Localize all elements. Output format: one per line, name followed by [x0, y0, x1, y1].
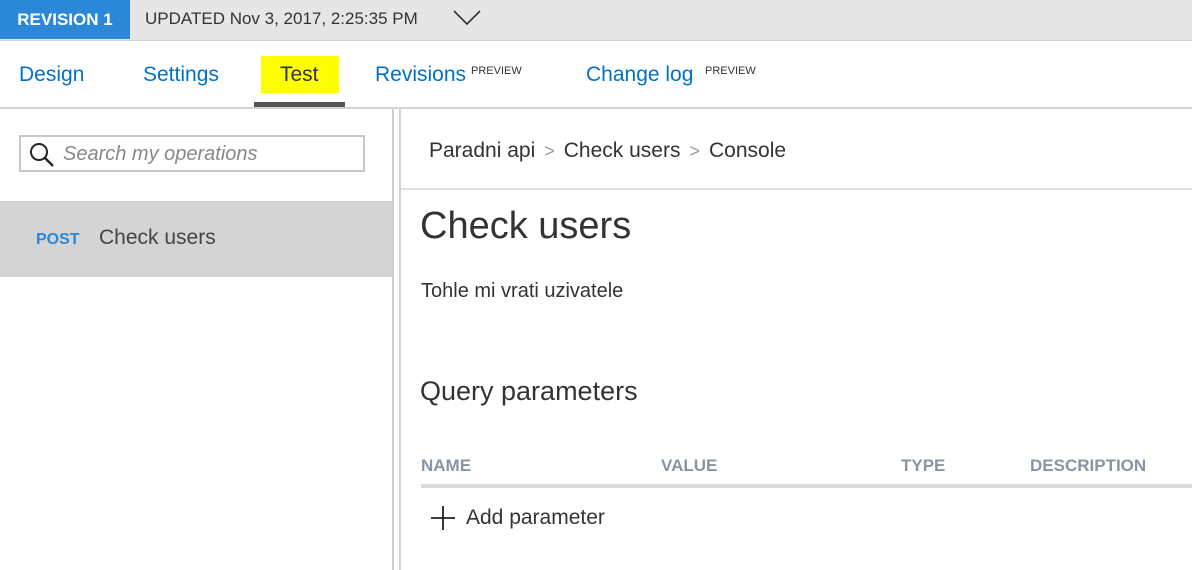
add-parameter-label: Add parameter	[466, 506, 605, 529]
operation-name: Check users	[99, 226, 216, 249]
preview-badge: PREVIEW	[471, 65, 522, 77]
breadcrumb-separator: >	[544, 141, 555, 161]
revision-bar: REVISION 1 UPDATED Nov 3, 2017, 2:25:35 …	[0, 0, 1192, 41]
preview-badge: PREVIEW	[705, 65, 756, 77]
breadcrumb-item-api[interactable]: Paradni api	[429, 139, 535, 162]
tab-test[interactable]: Test	[0, 41, 360, 107]
breadcrumb-item-console: Console	[709, 139, 787, 162]
query-parameters-heading: Query parameters	[420, 376, 638, 406]
operation-description: Tohle mi vrati uzivatele	[421, 280, 624, 302]
search-box[interactable]	[19, 135, 365, 172]
tab-bar: Design Settings Test Revisions PREVIEW C…	[0, 41, 1192, 109]
revision-badge[interactable]: REVISION 1	[0, 0, 130, 39]
search-input[interactable]	[63, 139, 358, 169]
column-header-value: VALUE	[661, 456, 718, 475]
column-header-name: NAME	[421, 456, 472, 475]
active-tab-indicator	[254, 102, 345, 107]
tab-label: Change log	[586, 63, 694, 86]
operation-item[interactable]: POST Check users	[0, 201, 392, 277]
splitter-line	[399, 109, 401, 570]
revision-updated-text: UPDATED Nov 3, 2017, 2:25:35 PM	[145, 9, 418, 28]
column-header-description: DESCRIPTION	[1030, 456, 1147, 475]
breadcrumb: Paradni api > Check users > Console	[429, 139, 786, 163]
operations-sidebar: POST Check users	[0, 109, 394, 570]
plus-icon	[431, 506, 455, 530]
chevron-down-icon[interactable]	[452, 6, 482, 30]
breadcrumb-separator: >	[689, 141, 700, 161]
search-icon	[30, 143, 54, 167]
divider	[401, 188, 1192, 190]
tab-label: Revisions	[375, 63, 467, 86]
table-header-divider	[421, 484, 1192, 488]
column-header-type: TYPE	[901, 456, 946, 475]
tab-label: Test	[280, 63, 319, 86]
http-method-badge: POST	[36, 231, 80, 248]
page-title: Check users	[420, 205, 632, 247]
breadcrumb-item-operation[interactable]: Check users	[564, 139, 681, 162]
